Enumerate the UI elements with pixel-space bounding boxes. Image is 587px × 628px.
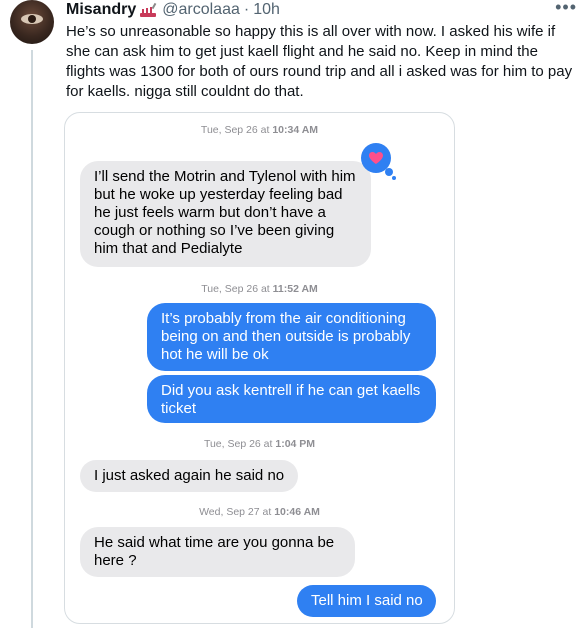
timestamp-time: 10:34 AM [272,124,319,136]
message-bubble-outgoing: It’s probably from the air conditioning … [147,303,436,371]
timestamp-3: Tue, Sep 26 at 1:04 PM [65,438,454,450]
timestamp-1: Tue, Sep 26 at 10:34 AM [65,124,454,136]
message-bubble-outgoing: Tell him I said no [297,585,436,617]
timestamp-date: Tue, Sep 26 at [201,283,270,295]
tweet-time[interactable]: 10h [253,1,280,19]
message-bubble-outgoing: Did you ask kentrell if he can get kaell… [147,375,436,423]
heart-icon [369,152,383,164]
tweet-text: He’s so unreasonable so happy this is al… [66,23,573,100]
message-bubble-incoming: I’ll send the Motrin and Tylenol with hi… [80,161,371,267]
timestamp-time: 1:04 PM [275,438,316,450]
timestamp-date: Wed, Sep 27 at [199,506,272,518]
nail-polish-emoji-icon [138,2,158,18]
timestamp-2: Tue, Sep 26 at 11:52 AM [65,283,454,295]
display-name[interactable]: Misandry [66,1,136,19]
timestamp-4: Wed, Sep 27 at 10:46 AM [65,506,454,518]
message-bubble-incoming: I just asked again he said no [80,460,298,492]
timestamp-date: Tue, Sep 26 at [203,438,273,450]
thread-line [31,50,33,628]
avatar[interactable] [10,0,54,44]
tapback-badge [361,143,396,180]
message-bubble-incoming: He said what time are you gonna be here … [80,527,355,577]
user-handle[interactable]: @arcolaaa [162,1,240,19]
timestamp-time: 10:46 AM [274,506,320,518]
more-options-icon[interactable]: ••• [555,0,577,16]
timestamp-time: 11:52 AM [272,283,318,295]
separator-dot: · [243,1,250,18]
tweet-header: Misandry @arcolaaa · 10h [66,0,280,20]
screenshot-image[interactable]: Tue, Sep 26 at 10:34 AM I’ll send the Mo… [64,112,455,624]
timestamp-date: Tue, Sep 26 at [200,124,270,136]
avatar-eye [21,14,43,24]
